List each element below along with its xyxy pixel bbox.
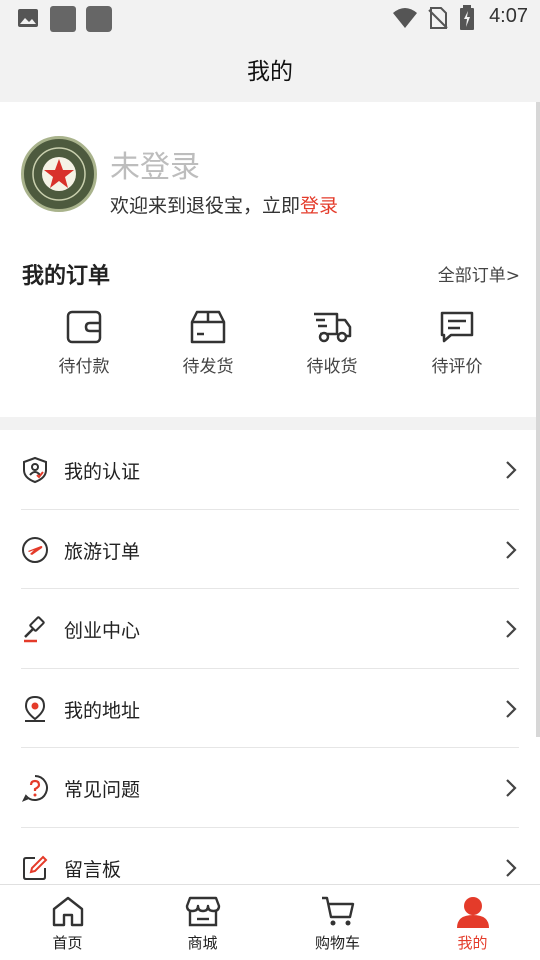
veteran-emblem-icon xyxy=(26,141,92,207)
bottom-nav: 首页 商城 购物车 我的 xyxy=(0,884,540,960)
scrollbar[interactable] xyxy=(536,102,540,737)
nav-label: 购物车 xyxy=(314,934,360,952)
edit-icon xyxy=(23,855,48,880)
home-icon xyxy=(52,896,83,927)
menu-item-certification[interactable]: 我的认证 xyxy=(0,430,540,510)
menu-item-label: 留言板 xyxy=(64,858,122,881)
nav-label: 商城 xyxy=(187,934,218,952)
chevron-right-icon xyxy=(506,620,517,638)
location-pin-icon xyxy=(24,695,46,722)
menu-item-message-board[interactable]: 留言板 xyxy=(0,828,540,886)
nav-item-home[interactable]: 首页 xyxy=(0,885,135,960)
order-pending-shipment[interactable]: 待发货 xyxy=(158,310,258,386)
chevron-right-icon xyxy=(506,858,517,877)
no-sim-icon xyxy=(428,7,448,29)
menu-item-label: 常见问题 xyxy=(64,779,141,801)
app-notification-icon xyxy=(86,6,112,32)
clock: 4:07 xyxy=(489,5,528,27)
menu-item-label: 创业中心 xyxy=(64,620,141,642)
order-pending-review[interactable]: 待评价 xyxy=(407,310,507,386)
app-notification-icon xyxy=(50,6,76,32)
order-item-label: 待付款 xyxy=(58,357,110,377)
package-icon xyxy=(190,310,226,344)
gavel-icon xyxy=(24,616,45,643)
wallet-icon xyxy=(66,310,102,344)
order-pending-payment[interactable]: 待付款 xyxy=(34,310,134,386)
chevron-right-icon xyxy=(506,699,517,718)
menu-list: 我的认证 旅游订单 创业中心 我的地址 常见问题 留言板 xyxy=(0,430,540,885)
question-icon xyxy=(21,775,48,802)
login-link[interactable]: 登录 xyxy=(300,195,338,217)
menu-item-label: 我的认证 xyxy=(64,461,141,483)
nav-label: 我的 xyxy=(457,934,488,952)
all-orders-link[interactable]: 全部订单> xyxy=(438,261,520,286)
shield-user-icon xyxy=(23,456,47,484)
page-title: 我的 xyxy=(247,59,293,85)
nav-item-store[interactable]: 商城 xyxy=(135,885,270,960)
cart-icon xyxy=(321,896,354,926)
orders-title: 我的订单 xyxy=(22,264,111,289)
order-pending-receipt[interactable]: 待收货 xyxy=(282,310,382,386)
profile-card: 未登录 欢迎来到退役宝，立即登录 我的订单 全部订单> 待付款 待发货 待收货 xyxy=(0,102,540,417)
menu-item-my-address[interactable]: 我的地址 xyxy=(0,669,540,748)
user-icon xyxy=(456,897,489,928)
nav-item-mine[interactable]: 我的 xyxy=(405,885,540,960)
title-bar: 我的 xyxy=(0,36,540,102)
order-item-label: 待发货 xyxy=(182,357,234,377)
welcome-text: 欢迎来到退役宝，立即登录 xyxy=(110,191,338,218)
wifi-icon xyxy=(393,8,417,28)
menu-item-label: 旅游订单 xyxy=(64,540,141,563)
gallery-icon xyxy=(18,9,38,27)
order-item-label: 待收货 xyxy=(306,357,358,377)
chevron-right-icon xyxy=(506,461,517,479)
airplane-icon xyxy=(22,536,48,563)
battery-charging-icon xyxy=(460,5,474,30)
menu-item-label: 我的地址 xyxy=(64,699,141,722)
chevron-right-icon xyxy=(506,779,517,797)
menu-item-startup-center[interactable]: 创业中心 xyxy=(0,589,540,669)
chevron-right-icon xyxy=(506,540,517,559)
nav-label: 首页 xyxy=(52,934,83,952)
avatar[interactable] xyxy=(21,136,97,212)
login-status: 未登录 xyxy=(110,150,200,185)
delivery-truck-icon xyxy=(314,312,352,343)
status-bar: 4:07 xyxy=(0,0,540,36)
store-icon xyxy=(185,896,220,927)
nav-item-cart[interactable]: 购物车 xyxy=(270,885,405,960)
menu-item-faq[interactable]: 常见问题 xyxy=(0,748,540,828)
comment-icon xyxy=(440,311,474,343)
welcome-message: 欢迎来到退役宝，立即 xyxy=(110,195,301,217)
menu-item-travel-orders[interactable]: 旅游订单 xyxy=(0,510,540,589)
order-item-label: 待评价 xyxy=(431,357,483,377)
